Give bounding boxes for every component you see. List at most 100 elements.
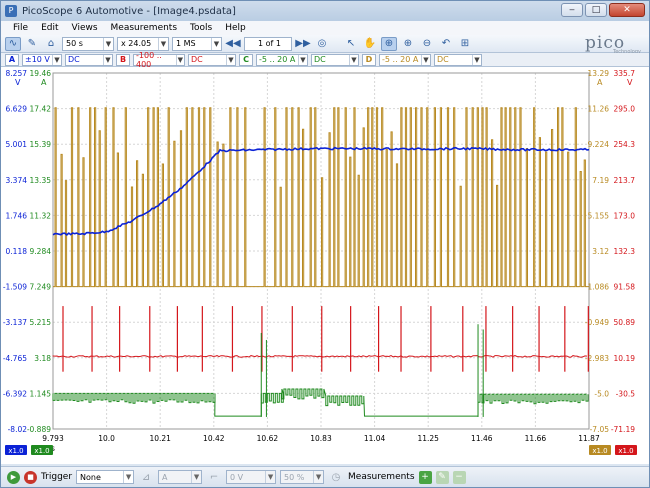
trigger-level-value: 0 V <box>230 472 244 482</box>
channel-b-button[interactable]: B <box>116 53 130 66</box>
menu-views[interactable]: Views <box>72 23 98 33</box>
probe-icon[interactable]: ✎ <box>24 37 40 51</box>
axis-c-tick-label: 15.39 <box>30 140 52 149</box>
delete-measurement-icon[interactable]: − <box>452 470 466 484</box>
undo-zoom-icon[interactable]: ↶ <box>438 37 454 51</box>
rising-edge-icon[interactable]: ⌐ <box>206 470 222 484</box>
last-buffer-icon[interactable]: ▶▶ <box>295 37 311 51</box>
x-tick-label: 10.83 <box>310 434 332 443</box>
channel-c-coupling[interactable]: DC ▼ <box>311 53 359 66</box>
axis-a-tick-label: -6.392 <box>3 389 27 398</box>
channel-b-range[interactable]: -100 .. 400 ▼ <box>133 50 185 69</box>
chevron-down-icon: ▼ <box>52 54 61 65</box>
channel-a-range[interactable]: ±10 V ▼ <box>22 53 62 66</box>
trigger-mode-select[interactable]: None ▼ <box>76 470 135 484</box>
app-window: P PicoScope 6 Automotive - [Image4.psdat… <box>0 0 650 488</box>
add-measurement-icon[interactable]: + <box>418 470 432 484</box>
delay-icon[interactable]: ◷ <box>328 470 344 484</box>
axis-d-tick-label: 3.12 <box>592 247 609 256</box>
axis-b-unit: V <box>627 78 633 87</box>
axis-c-tick-label: 3.18 <box>34 354 51 363</box>
channel-d-coupling[interactable]: DC ▼ <box>434 53 482 66</box>
menu-file[interactable]: File <box>13 23 28 33</box>
compass-icon[interactable]: ◎ <box>314 37 330 51</box>
axis-d-tick-label: 5.155 <box>588 211 610 220</box>
buffer-value: 1 of 1 <box>258 39 281 48</box>
axis-a-tick-label: 3.374 <box>6 176 28 185</box>
axis-c-tick-label: 17.42 <box>30 105 52 114</box>
x-tick-label: 10.62 <box>257 434 279 443</box>
samples-select[interactable]: 1 MS ▼ <box>172 36 222 51</box>
menu-tools[interactable]: Tools <box>190 23 212 33</box>
maximize-button[interactable]: □ <box>585 3 607 17</box>
zoom-select[interactable]: x 24.05 ▼ <box>117 36 169 51</box>
trigger-mode-value: None <box>80 472 101 482</box>
axis-a-unit: V <box>15 78 21 87</box>
axis-b-tick-label: 335.7 <box>614 69 636 78</box>
channel-c-button[interactable]: C <box>239 53 253 66</box>
axis-d-tick-label: 7.19 <box>592 176 609 185</box>
axis-d-tick-label: 13.29 <box>588 69 610 78</box>
channel-a-button[interactable]: A <box>5 53 19 66</box>
trigger-level-input[interactable]: 0 V ▼ <box>226 470 277 484</box>
axis-b-tick-label: 50.89 <box>614 318 636 327</box>
axis-a-tick-label: -1.509 <box>3 283 27 292</box>
axis-d-tick-label: -7.05 <box>590 425 610 434</box>
channel-d-range[interactable]: -5 .. 20 A ▼ <box>379 53 431 66</box>
menu-edit[interactable]: Edit <box>41 23 58 33</box>
scope-chart[interactable]: 8.257 6.629 5.001 3.374 1.746 0.118 -1.509 -3.1… <box>1 67 649 464</box>
channel-a-coupling-value: DC <box>68 55 80 64</box>
channel-d-button[interactable]: D <box>362 53 376 66</box>
hand-icon[interactable]: ✋ <box>362 37 378 51</box>
channel-a-scale-tag-text: x1.0 <box>8 447 23 455</box>
stop-icon[interactable]: ■ <box>24 470 37 484</box>
channel-d-range-value: -5 .. 20 A <box>382 55 419 64</box>
first-buffer-icon[interactable]: ◀◀ <box>225 37 241 51</box>
axis-a-tick-label: -8.02 <box>8 425 28 434</box>
app-icon: P <box>5 5 17 17</box>
axis-c-tick-label: 5.215 <box>30 318 52 327</box>
pretrigger-input[interactable]: 50 % ▼ <box>280 470 325 484</box>
measurements-label: Measurements <box>348 472 415 482</box>
zoom-select-icon[interactable]: ⊕ <box>381 36 397 51</box>
zoom-fit-icon[interactable]: ⊞ <box>457 37 473 51</box>
menu-measurements[interactable]: Measurements <box>111 23 177 33</box>
channel-b-range-value: -100 .. 400 <box>136 50 162 69</box>
chevron-down-icon: ▼ <box>103 37 113 50</box>
channel-b-coupling[interactable]: DC ▼ <box>188 53 236 66</box>
main-toolbar: ∿ ✎ ⌂ 50 s ▼ x 24.05 ▼ 1 MS ▼ ◀◀ 1 of 1 … <box>1 35 649 53</box>
window-title: PicoScope 6 Automotive - [Image4.psdata] <box>22 5 236 17</box>
channel-c-scale-tag-text: x1.0 <box>34 447 49 455</box>
pointer-icon[interactable]: ↖ <box>343 37 359 51</box>
axis-b-tick-label: 213.7 <box>614 176 636 185</box>
axis-c-tick-label: -0.889 <box>27 425 51 434</box>
zoom-out-icon[interactable]: ⊖ <box>419 37 435 51</box>
close-button[interactable]: ✕ <box>609 3 645 17</box>
axis-b-tick-label: 10.19 <box>614 354 636 363</box>
axis-b-tick-label: -30.5 <box>616 389 636 398</box>
start-icon[interactable]: ▶ <box>7 470 20 484</box>
trigger-channel-select[interactable]: A ▼ <box>158 470 203 484</box>
edit-measurement-icon[interactable]: ✎ <box>435 470 449 484</box>
scope-mode-icon[interactable]: ∿ <box>5 36 21 51</box>
window-controls: ‒ □ ✕ <box>561 3 645 17</box>
home-icon[interactable]: ⌂ <box>43 37 59 51</box>
channel-a-coupling[interactable]: DC ▼ <box>65 53 113 66</box>
buffer-navigator[interactable]: 1 of 1 <box>244 36 292 51</box>
trigger-advanced-icon[interactable]: ⊿ <box>138 470 154 484</box>
zoom-in-icon[interactable]: ⊕ <box>400 37 416 51</box>
axis-c-tick-label: 1.145 <box>30 389 52 398</box>
menu-help[interactable]: Help <box>225 23 246 33</box>
scope-view[interactable]: 8.257 6.629 5.001 3.374 1.746 0.118 -1.509 -3.1… <box>1 67 649 464</box>
minimize-button[interactable]: ‒ <box>561 3 583 17</box>
channel-b-coupling-value: DC <box>191 55 203 64</box>
channel-d-scale-tag-text: x1.0 <box>592 447 607 455</box>
x-tick-label: 9.793 <box>42 434 64 443</box>
x-tick-label: 11.25 <box>417 434 439 443</box>
axis-a-tick-label: 1.746 <box>6 211 28 220</box>
chevron-down-icon: ▼ <box>298 54 307 65</box>
channel-c-range[interactable]: -5 .. 20 A ▼ <box>256 53 308 66</box>
timebase-select[interactable]: 50 s ▼ <box>62 36 114 51</box>
trigger-label: Trigger <box>41 472 73 482</box>
axis-a-tick-label: 0.118 <box>6 247 28 256</box>
